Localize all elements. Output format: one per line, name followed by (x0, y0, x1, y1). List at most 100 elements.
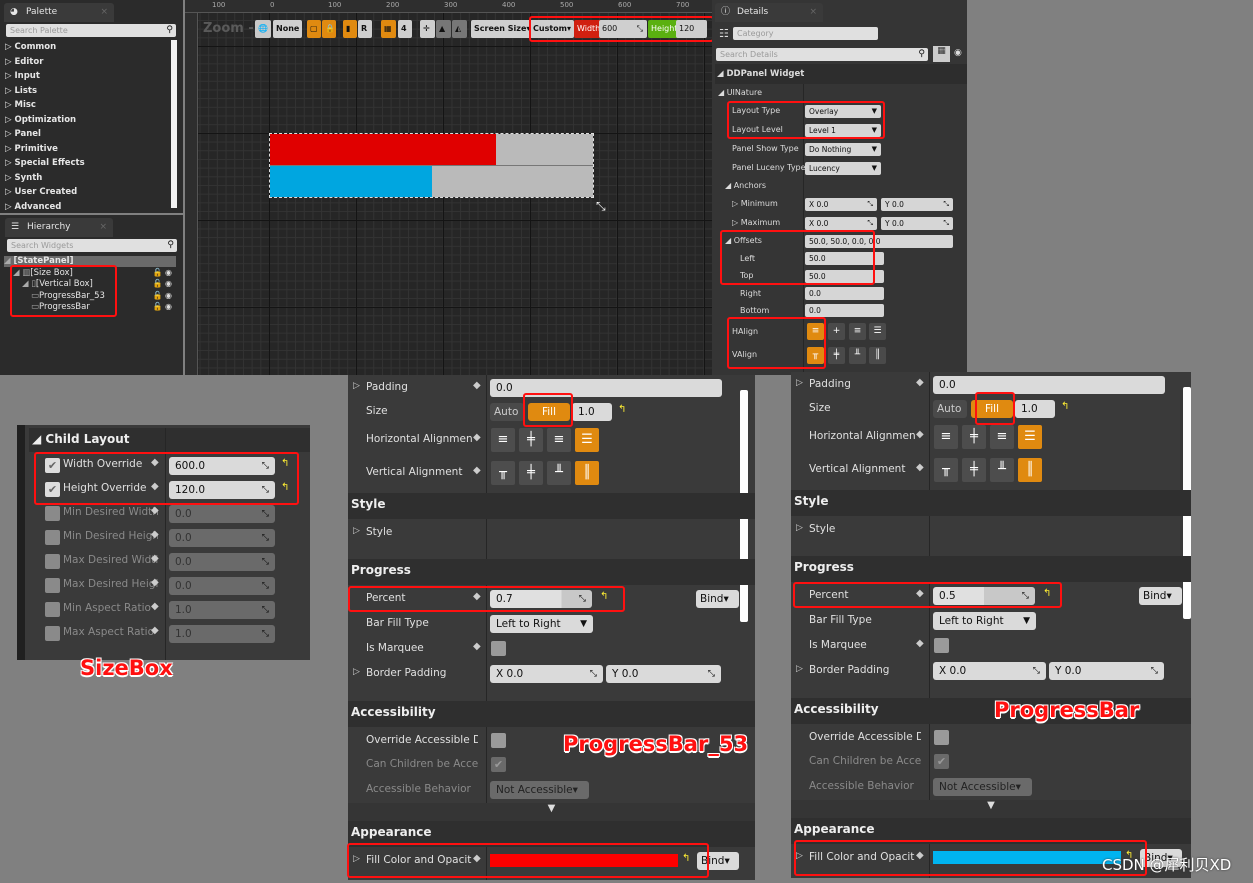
widget-selection[interactable] (269, 133, 594, 198)
value-input[interactable]: 120.0 ⤡ (169, 481, 275, 499)
bind-button[interactable]: Bind▾ (696, 590, 739, 608)
fill-color-swatch[interactable] (933, 851, 1121, 864)
child-layout-header[interactable]: ◢ Child Layout (29, 428, 310, 452)
anchor-min-x[interactable]: X 0.0 ⤡ (805, 198, 877, 211)
hierarchy-item[interactable]: ◢ ▥[Size Box] 🔓 ◉ (4, 268, 176, 279)
expand-icon[interactable]: ▷ (353, 854, 360, 864)
halign-fill-icon[interactable]: ☰ (575, 428, 599, 452)
anchor-min-y[interactable]: Y 0.0 ⤡ (881, 198, 953, 211)
image-icon[interactable]: ▲ (436, 20, 451, 38)
checkbox[interactable] (45, 506, 60, 521)
padding-input[interactable]: 0.0 (933, 376, 1165, 394)
checkbox[interactable]: ✔ (45, 458, 60, 473)
checkbox[interactable] (45, 554, 60, 569)
eye-icon[interactable]: ◉ (954, 48, 962, 58)
style-header[interactable]: Style (791, 490, 1191, 516)
offsets-value[interactable]: 50.0, 50.0, 0.0, 0.0 (805, 235, 953, 248)
reset-icon[interactable]: ↰ (1043, 588, 1051, 599)
panel-luceny-type-dropdown[interactable]: Lucency ▼ (805, 162, 881, 175)
halign-center-icon[interactable]: ╪ (962, 425, 986, 449)
size-auto-button[interactable]: Auto (490, 403, 524, 421)
border-padding-x[interactable]: X 0.0 ⤡ (490, 665, 603, 683)
advanced-expand-icon[interactable]: ▼ (348, 803, 755, 821)
progress-header[interactable]: Progress (791, 556, 1191, 582)
advanced-expand-icon[interactable]: ▼ (791, 800, 1191, 818)
designer-canvas[interactable]: 1000100200300400500600700800 Zoom -2 🌐 N… (185, 0, 747, 375)
palette-category-lists[interactable]: ▷ Lists (5, 86, 37, 96)
anchors-group[interactable]: ◢ Anchors (725, 181, 766, 190)
lock-eye-icons[interactable]: 🔓 ◉ (153, 302, 172, 311)
checkbox[interactable] (45, 602, 60, 617)
halign-left-icon[interactable]: ≡ (491, 428, 515, 452)
details-section-header[interactable]: ◢ DDPanel Widget (715, 64, 967, 84)
lock-eye-icons[interactable]: 🔓 ◉ (153, 291, 172, 300)
valign-center-icon[interactable]: ╪ (519, 461, 543, 485)
appearance-header[interactable]: Appearance (791, 818, 1191, 844)
hierarchy-item[interactable]: ◢ [StatePanel] (4, 256, 176, 267)
style-header[interactable]: Style (348, 493, 755, 519)
checkbox[interactable] (45, 530, 60, 545)
valign-center-icon[interactable]: ╪ (962, 458, 986, 482)
r-toggle[interactable]: R (358, 20, 372, 38)
hierarchy-item[interactable]: ◢ ▯[Vertical Box] 🔓 ◉ (4, 279, 176, 290)
checkbox[interactable] (45, 578, 60, 593)
grid-size-dropdown[interactable]: 4 (398, 20, 412, 38)
none-dropdown[interactable]: None (273, 20, 303, 38)
valign-fill-icon[interactable]: ║ (869, 347, 886, 364)
transform-icon[interactable]: ✛ (420, 20, 435, 38)
width-input[interactable]: 600 ⤡ (599, 20, 647, 38)
panel-show-type-dropdown[interactable]: Do Nothing ▼ (805, 143, 881, 156)
size-auto-button[interactable]: Auto (933, 400, 967, 418)
lock-eye-icons[interactable]: 🔓 ◉ (153, 268, 172, 277)
appearance-header[interactable]: Appearance (348, 821, 755, 847)
expand-icon[interactable]: ▷ (796, 851, 803, 861)
bar-fill-type-dropdown[interactable]: Left to Right ▼ (933, 612, 1036, 630)
border-padding-x[interactable]: X 0.0 ⤡ (933, 662, 1046, 680)
is-marquee-checkbox[interactable] (934, 638, 949, 653)
reset-icon[interactable]: ↰ (281, 458, 289, 469)
accessibility-header[interactable]: Accessibility (348, 701, 755, 727)
valign-top-icon[interactable]: ╥ (934, 458, 958, 482)
hierarchy-tab[interactable]: ☰ Hierarchy × (5, 218, 113, 237)
is-marquee-checkbox[interactable] (491, 641, 506, 656)
lock-icon[interactable]: 🔒 (322, 20, 336, 38)
override-checkbox[interactable] (491, 733, 506, 748)
reset-icon[interactable]: ↰ (682, 853, 690, 864)
size-value-input[interactable]: 1.0 (572, 403, 612, 421)
expand-icon[interactable]: ▷ (796, 523, 803, 533)
progress-bar-53-preview[interactable] (270, 134, 593, 166)
palette-category-synth[interactable]: ▷ Synth (5, 173, 42, 183)
halign-right-icon[interactable]: ≡ (990, 425, 1014, 449)
percent-input[interactable]: 0.5 ⤡ (933, 587, 1035, 605)
size-fill-button[interactable]: Fill (971, 400, 1013, 418)
halign-center-icon[interactable]: + (828, 323, 845, 340)
palette-category-primitive[interactable]: ▷ Primitive (5, 144, 58, 154)
hierarchy-item[interactable]: ▭ProgressBar_53 🔓 ◉ (4, 291, 176, 302)
valign-fill-icon[interactable]: ║ (1018, 458, 1042, 482)
palette-tab[interactable]: ◕ Palette × (4, 3, 114, 22)
value-input[interactable]: 600.0 ⤡ (169, 457, 275, 475)
halign-fill-icon[interactable]: ☰ (1018, 425, 1042, 449)
fill-color-swatch[interactable] (490, 854, 678, 867)
offset-top-input[interactable]: 50.0 (805, 270, 884, 283)
palette-category-special-effects[interactable]: ▷ Special Effects (5, 158, 85, 168)
palette-category-input[interactable]: ▷ Input (5, 71, 40, 81)
close-icon[interactable]: × (99, 218, 107, 237)
lock-eye-icons[interactable]: 🔓 ◉ (153, 279, 172, 288)
anchor-minimum-label[interactable]: ▷ Minimum (732, 199, 778, 208)
anchor-max-y[interactable]: Y 0.0 ⤡ (881, 217, 953, 230)
progress-bar-preview[interactable] (270, 166, 593, 197)
respect-locks-icon[interactable]: ▮ (343, 20, 357, 38)
expand-icon[interactable]: ▷ (353, 667, 360, 677)
resize-handle-icon[interactable]: ⤡ (596, 199, 606, 214)
bar-fill-type-dropdown[interactable]: Left to Right ▼ (490, 615, 593, 633)
reset-icon[interactable]: ↰ (618, 404, 626, 415)
palette-search-input[interactable]: Search Palette ⚲ (6, 24, 176, 37)
palette-category-panel[interactable]: ▷ Panel (5, 129, 41, 139)
halign-left-icon[interactable]: ≡ (934, 425, 958, 449)
height-input[interactable]: 120 (676, 20, 707, 38)
expand-icon[interactable]: ▷ (353, 526, 360, 536)
palette-category-advanced[interactable]: ▷ Advanced (5, 202, 61, 212)
valign-top-icon[interactable]: ╥ (807, 347, 824, 364)
border-padding-y[interactable]: Y 0.0 ⤡ (1049, 662, 1164, 680)
